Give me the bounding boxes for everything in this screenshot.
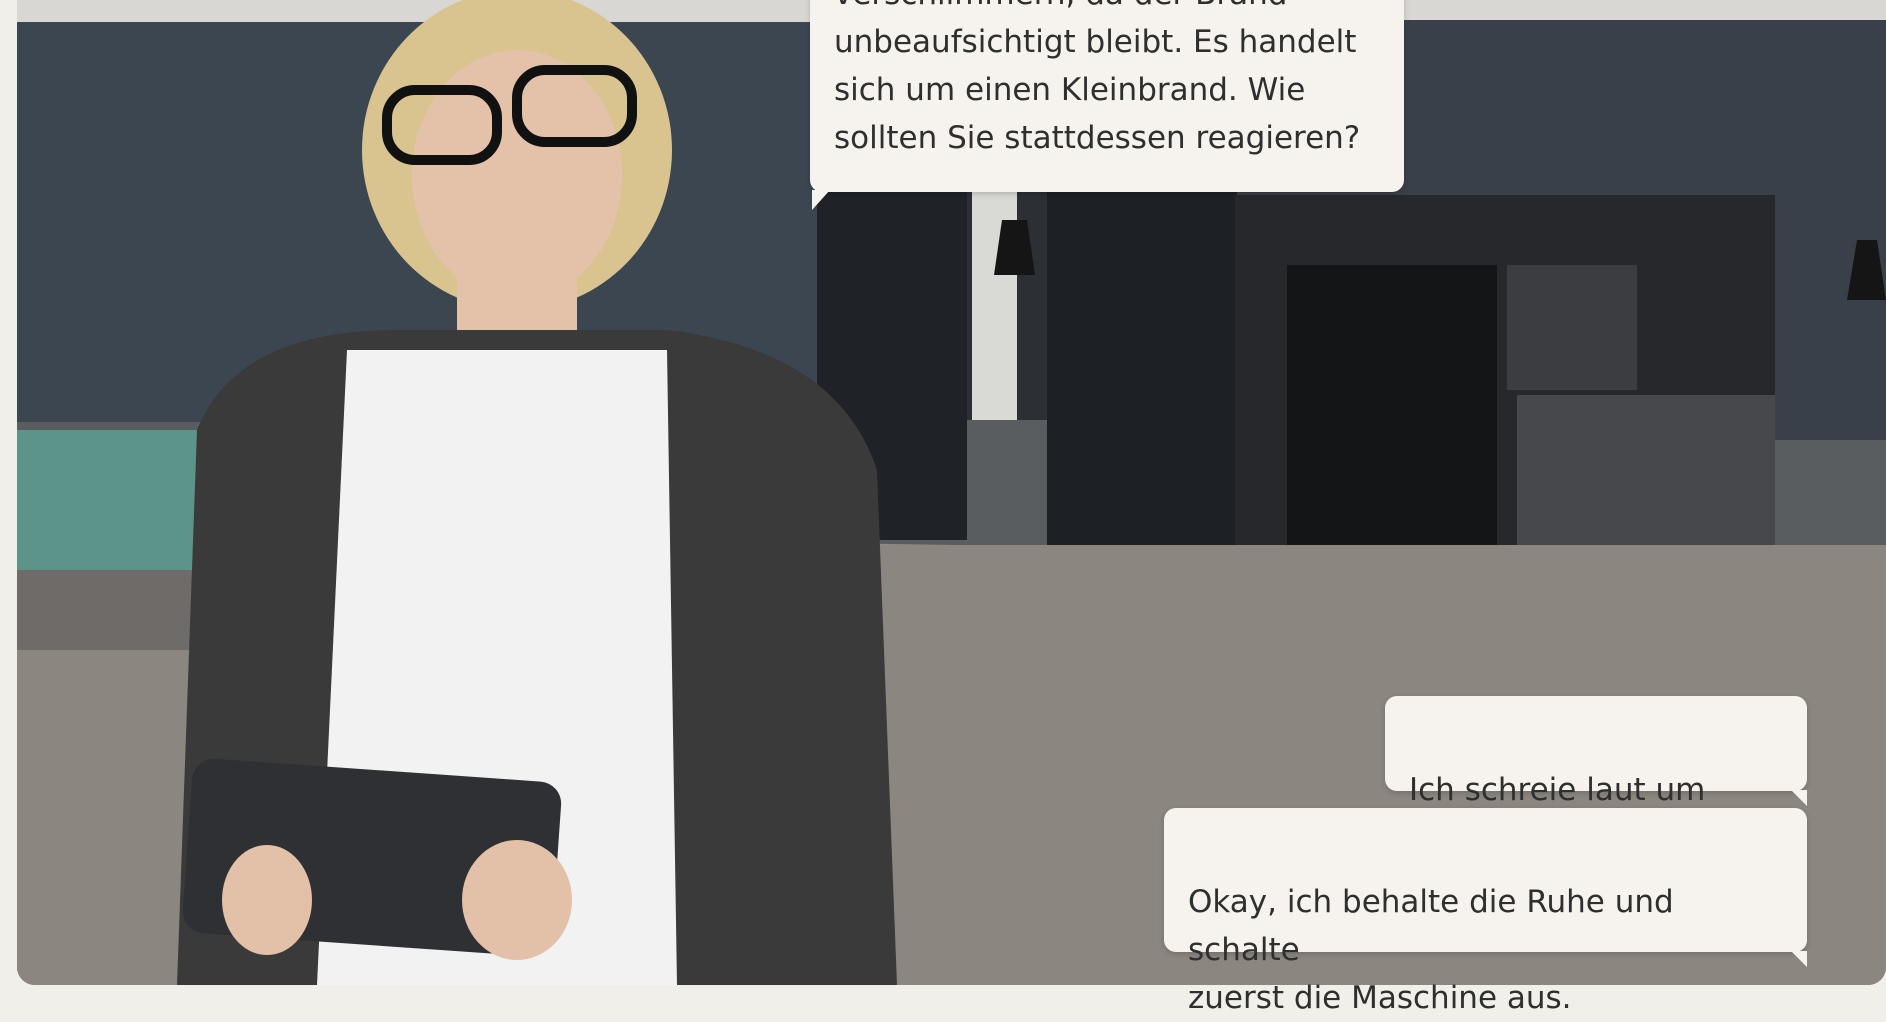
answer-option-2[interactable]: Okay, ich behalte die Ruhe und schalte z…	[1164, 808, 1807, 1016]
npc-speech-bubble: verschlimmern, da der Brand unbeaufsicht…	[810, 0, 1404, 192]
speech-tail-icon	[1791, 790, 1807, 806]
answer-option-2-label: Okay, ich behalte die Ruhe und schalte z…	[1188, 884, 1674, 1016]
answer-option-1[interactable]: Ich schreie laut um Hilfe.	[1385, 696, 1807, 856]
speech-tail-icon	[812, 190, 830, 210]
speech-tail-icon	[1791, 951, 1807, 967]
npc-dialog-text: verschlimmern, da der Brand unbeaufsicht…	[834, 0, 1361, 156]
